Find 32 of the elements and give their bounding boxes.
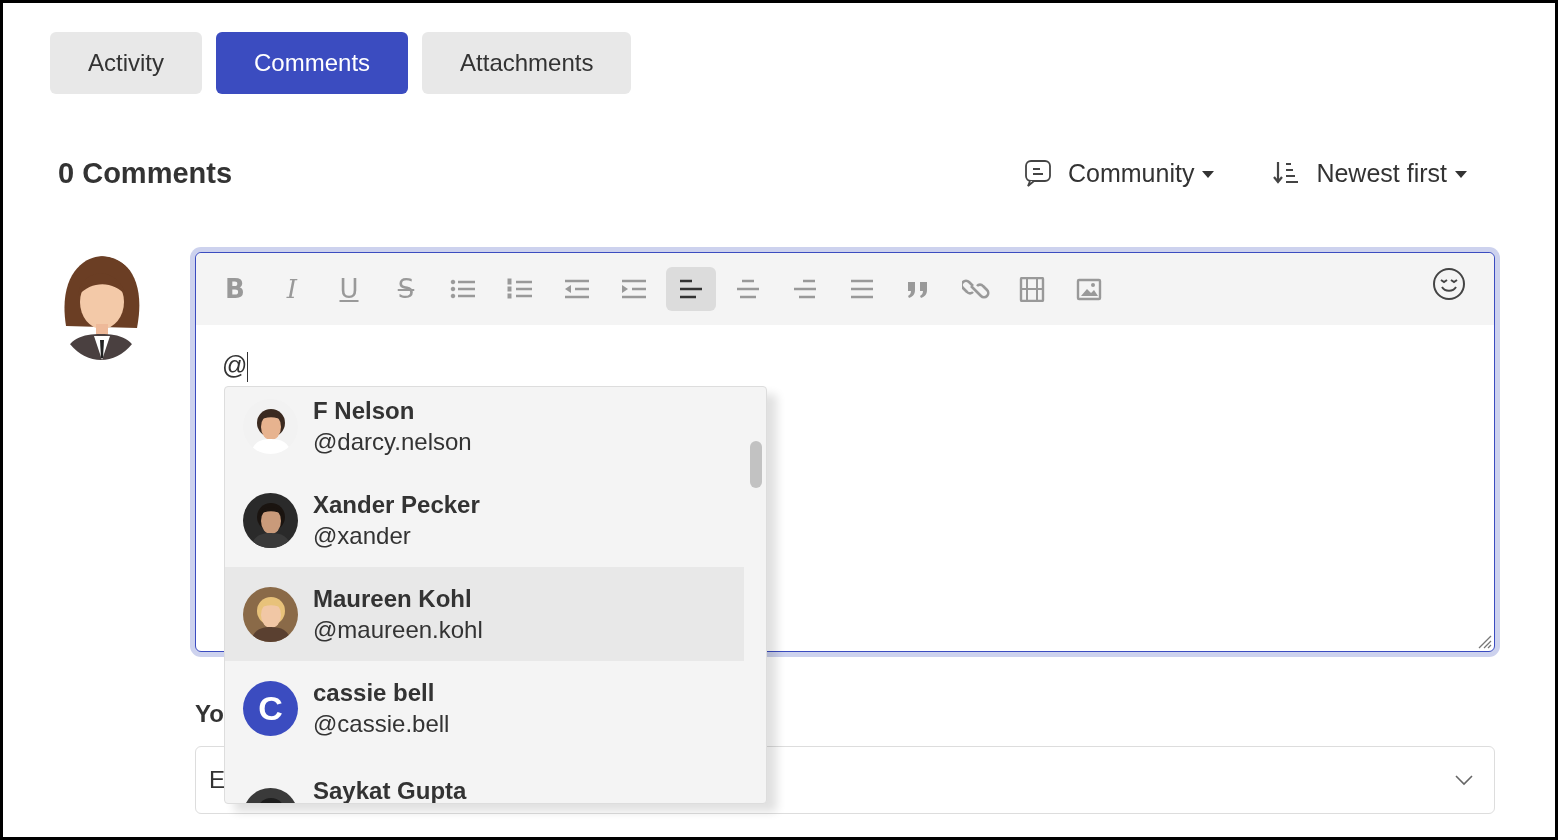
filter-dropdown[interactable]: Newest first [1272,155,1467,193]
tab[interactable]: Attachments [422,32,632,94]
field-label: Yo [195,700,224,727]
user-name: Xander Pecker [313,489,480,520]
chevron-icon [1454,774,1474,786]
user-handle: @cassie.bell [313,709,450,739]
tab[interactable]: Comments [216,32,409,94]
mention-option[interactable]: F Nelson @darcy.nelson [225,387,744,473]
mention-option[interactable]: Xander Pecker @xander [225,473,744,567]
editor-text: @ [222,351,248,379]
user-name: Maureen Kohl [313,583,473,614]
select-value: E [209,765,225,795]
image-icon [1076,276,1104,302]
caret-icon [1202,170,1215,178]
tab[interactable]: Activity [50,32,202,94]
user-handle: @darcy.nelson [313,427,472,457]
caret-icon [1455,170,1467,178]
numbered-list-icon [506,276,534,302]
letter-avatar: C [243,680,298,736]
user-handle: @maureen.kohl [313,615,483,645]
emoji-icon[interactable] [1432,267,1466,301]
film-icon [1019,276,1047,302]
user-handle: @xander [313,521,412,551]
comment-count: 0 Comments [58,156,233,192]
align-left-button[interactable] [666,267,716,311]
user-name: F Nelson [313,395,416,426]
speech-bubble-icon [1024,159,1054,189]
scrollbar-thumb[interactable] [750,441,762,488]
filter-dropdown[interactable]: Community [1024,155,1215,193]
user-name: cassie bell [313,677,436,708]
text-cursor [247,352,249,383]
mention-option[interactable]: Maureen Kohl @maureen.kohl [225,567,744,661]
